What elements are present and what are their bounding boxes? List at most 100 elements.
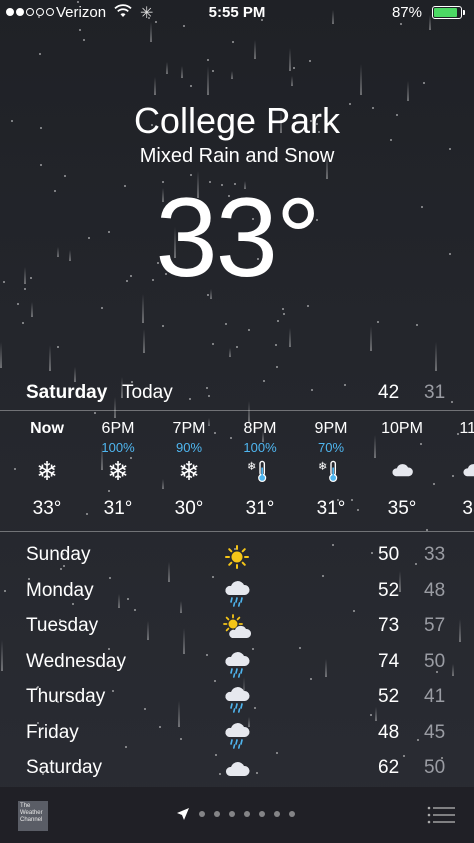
rain-streak: [291, 75, 294, 86]
status-bar: Verizon ✳ 5:55 PM 87%: [0, 0, 474, 26]
page-dot[interactable]: [214, 811, 220, 817]
snowflake-icon: ❄: [36, 456, 58, 486]
svg-text:❄: ❄: [247, 460, 256, 473]
svg-text:❄: ❄: [318, 460, 327, 473]
hourly-temp: 35°: [387, 498, 417, 519]
page-dot[interactable]: [229, 811, 235, 817]
snow-thermometer-icon: ❄: [225, 458, 295, 488]
snow-particle: [276, 365, 279, 368]
rain-cloud-icon: [222, 720, 252, 750]
today-summary: Saturday Today 42 31: [0, 380, 474, 406]
daily-forecast-row: Saturday 62 50: [0, 753, 474, 789]
rain-streak: [143, 328, 146, 353]
hourly-bottom-divider: [0, 531, 474, 532]
rain-streak: [165, 62, 168, 74]
hourly-temp: 30°: [174, 498, 204, 519]
day-low: 41: [424, 686, 446, 707]
battery-icon: [432, 6, 465, 19]
rain-streak: [207, 65, 210, 95]
page-dot[interactable]: [199, 811, 205, 817]
rain-cloud-icon: [222, 649, 252, 679]
page-indicator[interactable]: [176, 807, 295, 821]
day-name: Tuesday: [26, 615, 99, 636]
hourly-forecast-scroller[interactable]: Now ❄ 33° 6PM 100% ❄ 31° 7PM 90% ❄ 30° 8PM 100% ❄ 31° 9…: [0, 412, 474, 530]
page-dot[interactable]: [244, 811, 250, 817]
snow-particle: [79, 29, 82, 32]
snow-particle: [232, 40, 235, 43]
day-name: Monday: [26, 579, 94, 601]
rain-streak: [406, 81, 409, 102]
snow-particle: [211, 70, 214, 73]
day-high: 62: [378, 757, 400, 778]
snow-particle: [275, 344, 278, 347]
snow-particle: [308, 59, 311, 62]
snow-particle: [38, 53, 41, 56]
city-name: College Park: [133, 100, 341, 141]
location-arrow-icon: [177, 808, 189, 820]
day-name: Thursday: [26, 686, 106, 707]
rain-streak: [228, 348, 231, 357]
bottom-toolbar: The Weather Channel: [0, 787, 474, 843]
weather-condition: Mixed Rain and Snow: [139, 145, 335, 167]
snow-particle: [224, 323, 227, 326]
snow-particle: [101, 306, 104, 309]
battery-percentage: 87%: [391, 4, 422, 21]
snowflake-icon: ❄: [178, 456, 200, 486]
day-low: 33: [424, 544, 446, 565]
day-high: 52: [378, 686, 400, 707]
page-dot[interactable]: [274, 811, 280, 817]
hourly-time: Now: [30, 420, 64, 437]
snow-particle: [206, 58, 209, 61]
snow-particle: [189, 85, 192, 88]
rain-cloud-icon: [222, 684, 252, 714]
city-list-icon[interactable]: [427, 805, 455, 825]
hourly-temp: 33°: [32, 498, 62, 519]
day-high: 48: [378, 721, 400, 743]
day-high: 74: [378, 650, 400, 672]
hourly-time: 9PM: [314, 420, 348, 437]
rain-cloud-icon: [222, 578, 252, 608]
rain-streak: [230, 70, 233, 79]
rain-streak: [31, 302, 34, 317]
hourly-precip-chance: 90%: [175, 440, 203, 455]
cloud-icon: [438, 458, 474, 488]
snow-particle: [248, 328, 251, 331]
day-low: 50: [424, 650, 446, 672]
hourly-time: 6PM: [101, 420, 135, 437]
rain-streak: [0, 342, 2, 368]
day-low: 45: [424, 721, 446, 743]
page-dot[interactable]: [289, 811, 295, 817]
day-low: 50: [424, 757, 446, 778]
day-low: 48: [424, 579, 446, 601]
cloud-icon: [367, 458, 437, 488]
snow-particle: [82, 39, 85, 42]
day-name: Wednesday: [26, 650, 126, 672]
snow-particle: [211, 342, 214, 345]
rain-streak: [180, 66, 183, 78]
page-dot[interactable]: [259, 811, 265, 817]
snow-particle: [56, 346, 59, 349]
snow-particle: [293, 67, 296, 70]
hourly-time: 7PM: [172, 420, 206, 437]
day-high: 73: [378, 615, 400, 636]
snow-particle: [161, 325, 164, 328]
rain-streak: [48, 344, 51, 371]
today-day-name: Saturday: [26, 382, 108, 403]
rain-streak: [359, 63, 362, 95]
today-label: Today: [122, 382, 173, 403]
rain-streak: [253, 39, 256, 60]
daily-forecast-row: Sunday 50 33: [0, 540, 474, 576]
rain-streak: [141, 293, 144, 324]
day-name: Sunday: [26, 544, 91, 565]
hourly-time: 11P: [459, 420, 474, 437]
hourly-temp: 31°: [245, 498, 275, 519]
rain-streak: [154, 77, 157, 96]
day-name: Saturday: [26, 757, 103, 778]
hourly-time: 10PM: [381, 420, 423, 437]
weather-channel-logo[interactable]: The Weather Channel: [18, 801, 48, 831]
daily-forecast-row: Monday 52 48: [0, 576, 474, 612]
snow-particle: [306, 305, 309, 308]
snow-particle: [63, 174, 66, 177]
daily-forecast-row: Friday 48 45: [0, 718, 474, 754]
today-low: 31: [424, 382, 446, 403]
